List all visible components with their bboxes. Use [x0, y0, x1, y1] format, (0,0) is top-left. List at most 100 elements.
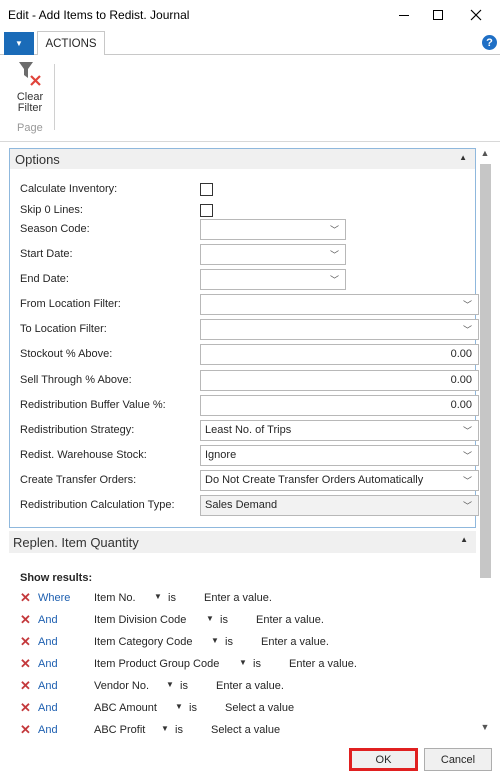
caret-down-icon[interactable]: ▼	[161, 724, 169, 733]
options-header[interactable]: Options ▲	[10, 149, 475, 169]
scroll-down-icon[interactable]: ▼	[478, 720, 492, 734]
chevron-down-icon: ▼	[15, 39, 23, 48]
filter-value[interactable]: Select a value	[225, 702, 294, 714]
option-row-transfer-orders: Create Transfer Orders: Do Not Create Tr…	[20, 470, 479, 492]
close-button[interactable]	[456, 0, 496, 30]
close-icon	[470, 9, 482, 21]
option-label: Sell Through % Above:	[20, 374, 132, 386]
filter-conjunction: And	[38, 724, 58, 736]
filter-value[interactable]: Enter a value.	[256, 614, 324, 626]
ribbon-body	[0, 55, 500, 142]
option-row-buffer-value: Redistribution Buffer Value %: 0.00	[20, 395, 479, 417]
redistribution-strategy-select[interactable]: Least No. of Trips ﹀	[200, 420, 479, 441]
caret-down-icon[interactable]: ▼	[154, 592, 162, 601]
buffer-value-input[interactable]: 0.00	[200, 395, 479, 416]
collapse-icon[interactable]: ▲	[460, 535, 468, 544]
filter-field[interactable]: ABC Amount	[94, 702, 157, 714]
filter-value[interactable]: Enter a value.	[216, 680, 284, 692]
filter-operator: is	[220, 614, 228, 626]
vertical-scrollbar[interactable]: ▲ ▼	[478, 146, 492, 736]
create-transfer-orders-select[interactable]: Do Not Create Transfer Orders Automatica…	[200, 470, 479, 491]
option-label: Redistribution Calculation Type:	[20, 499, 175, 511]
skip-zero-lines-checkbox[interactable]	[200, 204, 213, 217]
filter-value[interactable]: Enter a value.	[261, 636, 329, 648]
option-label: End Date:	[20, 273, 69, 285]
filter-value[interactable]: Select a value	[211, 724, 280, 736]
filter-conjunction: And	[38, 614, 58, 626]
filter-field[interactable]: Vendor No.	[94, 680, 149, 692]
filter-conjunction: And	[38, 658, 58, 670]
option-label: Season Code:	[20, 223, 90, 235]
collapse-icon[interactable]: ▲	[459, 153, 467, 162]
chevron-down-icon: ﹀	[462, 426, 472, 436]
caret-down-icon[interactable]: ▼	[206, 614, 214, 623]
scroll-up-icon[interactable]: ▲	[478, 146, 492, 160]
option-row-end-date: End Date: ﹀	[20, 269, 470, 291]
caret-down-icon[interactable]: ▼	[211, 636, 219, 645]
filter-row-item-category: ✕ And Item Category Code ▼ is Enter a va…	[20, 634, 470, 654]
filter-operator: is	[168, 592, 176, 604]
option-row-calculation-type: Redistribution Calculation Type: Sales D…	[20, 495, 479, 517]
filter-operator: is	[175, 724, 183, 736]
caret-down-icon[interactable]: ▼	[166, 680, 174, 689]
filter-field[interactable]: Item No.	[94, 592, 136, 604]
filter-field[interactable]: Item Category Code	[94, 636, 192, 648]
option-row-from-location: From Location Filter: ﹀	[20, 294, 479, 316]
remove-filter-icon[interactable]: ✕	[20, 656, 31, 672]
calculation-type-select[interactable]: Sales Demand ﹀	[200, 495, 479, 516]
filter-row-vendor-no: ✕ And Vendor No. ▼ is Enter a value.	[20, 678, 470, 698]
filter-operator: is	[180, 680, 188, 692]
ribbon-menu-button[interactable]: ▼	[4, 32, 34, 55]
option-label: To Location Filter:	[20, 323, 107, 335]
show-results-label: Show results:	[20, 572, 93, 584]
filter-row-item-division: ✕ And Item Division Code ▼ is Enter a va…	[20, 612, 470, 632]
filter-field[interactable]: Item Division Code	[94, 614, 186, 626]
ribbon-group-label: Page	[17, 122, 43, 134]
chevron-down-icon: ﹀	[329, 225, 339, 235]
filter-operator: is	[189, 702, 197, 714]
filter-operator: is	[253, 658, 261, 670]
option-label: Redist. Warehouse Stock:	[20, 449, 147, 461]
help-icon[interactable]: ?	[482, 35, 497, 50]
tab-actions[interactable]: ACTIONS	[37, 31, 105, 56]
remove-filter-icon[interactable]: ✕	[20, 722, 31, 736]
replen-header[interactable]: Replen. Item Quantity ▲	[9, 531, 476, 553]
remove-filter-icon[interactable]: ✕	[20, 700, 31, 716]
remove-filter-icon[interactable]: ✕	[20, 678, 31, 694]
filter-value[interactable]: Enter a value.	[204, 592, 272, 604]
option-label: Redistribution Strategy:	[20, 424, 135, 436]
option-label: Create Transfer Orders:	[20, 474, 137, 486]
option-label: Calculate Inventory:	[20, 183, 118, 195]
from-location-filter-select[interactable]: ﹀	[200, 294, 479, 315]
remove-filter-icon[interactable]: ✕	[20, 590, 31, 606]
remove-filter-icon[interactable]: ✕	[20, 634, 31, 650]
end-date-select[interactable]: ﹀	[200, 269, 346, 290]
filter-operator: is	[225, 636, 233, 648]
caret-down-icon[interactable]: ▼	[175, 702, 183, 711]
filter-conjunction: And	[38, 680, 58, 692]
cancel-button[interactable]: Cancel	[424, 748, 492, 771]
remove-filter-icon[interactable]: ✕	[20, 612, 31, 628]
clear-filter-button[interactable]: Clear Filter	[8, 60, 52, 120]
to-location-filter-select[interactable]: ﹀	[200, 319, 479, 340]
warehouse-stock-select[interactable]: Ignore ﹀	[200, 445, 479, 466]
stockout-above-input[interactable]: 0.00	[200, 344, 479, 365]
caret-down-icon[interactable]: ▼	[239, 658, 247, 667]
filter-row-abc-profit: ✕ And ABC Profit ▼ is Select a value	[20, 722, 470, 736]
options-title: Options	[15, 151, 60, 167]
option-row-sell-through: Sell Through % Above: 0.00	[20, 370, 479, 392]
season-code-select[interactable]: ﹀	[200, 219, 346, 240]
filter-row-item-product-group: ✕ And Item Product Group Code ▼ is Enter…	[20, 656, 470, 676]
option-row-to-location: To Location Filter: ﹀	[20, 319, 479, 341]
ok-button[interactable]: OK	[349, 748, 418, 771]
scrollbar-thumb[interactable]	[480, 164, 491, 578]
maximize-button[interactable]	[418, 0, 458, 30]
calculate-inventory-checkbox[interactable]	[200, 183, 213, 196]
sell-through-above-input[interactable]: 0.00	[200, 370, 479, 391]
filter-value[interactable]: Enter a value.	[289, 658, 357, 670]
chevron-down-icon: ﹀	[329, 275, 339, 285]
filter-field[interactable]: Item Product Group Code	[94, 658, 219, 670]
filter-field[interactable]: ABC Profit	[94, 724, 145, 736]
filter-conjunction: And	[38, 702, 58, 714]
start-date-select[interactable]: ﹀	[200, 244, 346, 265]
